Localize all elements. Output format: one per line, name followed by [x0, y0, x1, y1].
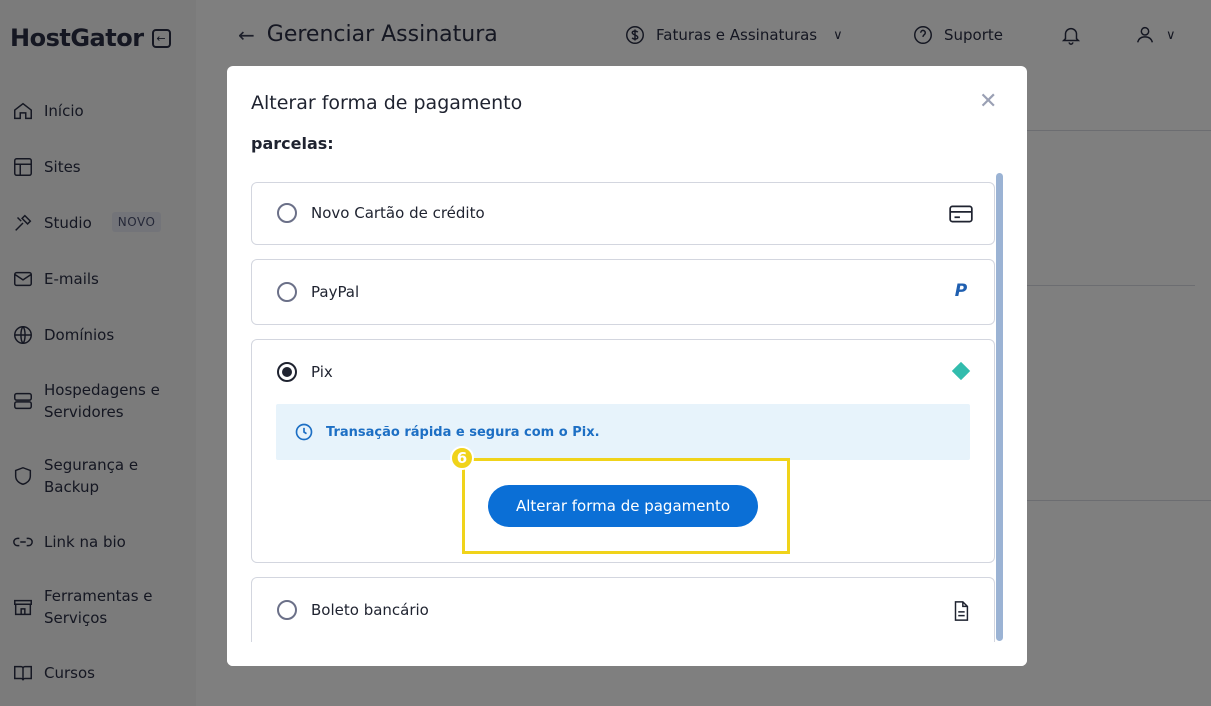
document-icon [948, 598, 974, 624]
payment-option-pix[interactable]: Pix Transação rápida e segura com o Pix.… [251, 339, 995, 563]
pix-info-text: Transação rápida e segura com o Pix. [326, 424, 600, 440]
close-icon[interactable]: ✕ [979, 90, 997, 114]
payment-option-credit-card[interactable]: Novo Cartão de crédito [251, 182, 995, 245]
change-payment-modal: Alterar forma de pagamento ✕ parcelas: N… [227, 66, 1027, 666]
radio-boleto[interactable] [277, 600, 297, 620]
scrollbar[interactable] [996, 173, 1003, 641]
option-label: Boleto bancário [311, 601, 429, 619]
payment-option-paypal[interactable]: PayPal P [251, 259, 995, 325]
radio-pix[interactable] [277, 362, 297, 382]
radio-paypal[interactable] [277, 282, 297, 302]
clock-icon [295, 423, 313, 441]
paypal-icon: P [954, 281, 968, 301]
change-payment-button[interactable]: Alterar forma de pagamento [488, 485, 758, 527]
option-label: Pix [311, 363, 333, 381]
radio-credit-card[interactable] [277, 203, 297, 223]
pix-info-box: Transação rápida e segura com o Pix. [276, 404, 970, 460]
option-label: PayPal [311, 283, 360, 301]
credit-card-icon [948, 201, 974, 227]
pix-icon [948, 358, 974, 384]
step-badge: 6 [450, 446, 474, 470]
section-label: parcelas: [251, 134, 334, 153]
modal-title: Alterar forma de pagamento [251, 92, 523, 114]
option-label: Novo Cartão de crédito [311, 204, 485, 222]
modal-footer-mask [227, 642, 1027, 666]
